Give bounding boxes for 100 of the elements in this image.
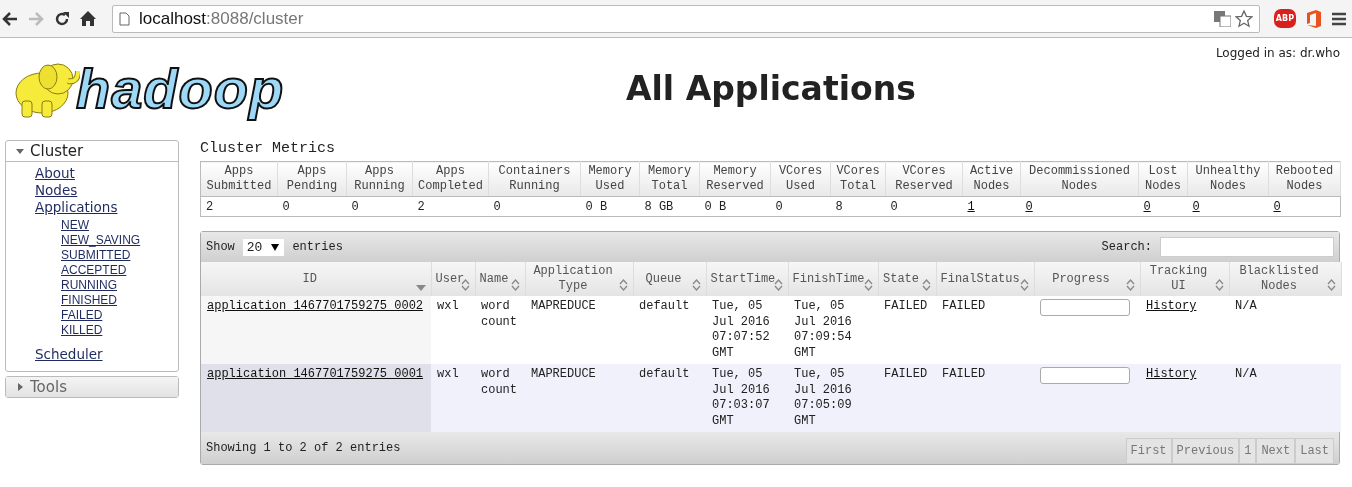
- entries-info: Showing 1 to 2 of 2 entries: [206, 441, 401, 455]
- table-cell: default: [633, 364, 706, 432]
- metric-link[interactable]: 0: [1192, 200, 1200, 214]
- dropdown-icon: [271, 243, 280, 251]
- section-title: Tools: [30, 378, 67, 396]
- page-size-select[interactable]: 20: [242, 238, 285, 256]
- back-icon[interactable]: [2, 11, 18, 26]
- column-header[interactable]: User: [431, 262, 475, 296]
- column-header[interactable]: FinalStatus: [936, 262, 1034, 296]
- page-title: All Applications: [626, 68, 916, 108]
- metric-value: 2: [206, 200, 214, 214]
- section-header[interactable]: Tools: [6, 377, 178, 397]
- sidebar-link[interactable]: Applications: [35, 199, 118, 216]
- column-header[interactable]: Blacklisted Nodes: [1229, 262, 1341, 296]
- application-link[interactable]: application_1467701759275_0001: [207, 367, 424, 381]
- state-filter-link[interactable]: KILLED: [61, 323, 103, 338]
- column-header: Apps Completed: [412, 161, 489, 197]
- home-icon[interactable]: [80, 11, 96, 26]
- table-cell: FAILED: [878, 296, 936, 364]
- table-cell: FAILED: [936, 296, 1034, 364]
- column-header: Active Nodes: [962, 161, 1021, 197]
- column-header[interactable]: Tracking UI: [1140, 262, 1229, 296]
- logo-text: hadoop: [76, 59, 285, 119]
- column-header[interactable]: ID: [201, 262, 431, 296]
- table-cell: Tue, 05 Jul 2016 07:03:07 GMT: [706, 364, 788, 432]
- table-cell: default: [633, 296, 706, 364]
- state-filter-link[interactable]: ACCEPTED: [61, 263, 127, 278]
- table-cell: FAILED: [936, 364, 1034, 432]
- column-header: Memory Total: [639, 161, 700, 197]
- section-title: Cluster: [30, 142, 84, 160]
- state-filter-link[interactable]: FINISHED: [61, 293, 117, 308]
- metric-value: 0: [890, 200, 898, 214]
- state-filter-link[interactable]: NEW_SAVING: [61, 233, 141, 248]
- metric-value: 0 B: [585, 200, 608, 214]
- metric-link[interactable]: 0: [1025, 200, 1033, 214]
- metric-link[interactable]: 1: [967, 200, 975, 214]
- show-label: Show: [206, 240, 235, 254]
- office-icon[interactable]: [1306, 9, 1322, 28]
- entries-label: entries: [292, 240, 343, 254]
- adblock-button[interactable]: ABP: [1273, 9, 1296, 28]
- column-header[interactable]: State: [878, 262, 936, 296]
- table-cell: N/A: [1229, 296, 1341, 364]
- column-header[interactable]: Name: [475, 262, 525, 296]
- metric-link[interactable]: 0: [1143, 200, 1151, 214]
- column-header: Rebooted Nodes: [1268, 161, 1341, 197]
- table-cell: Tue, 05 Jul 2016 07:07:52 GMT: [706, 296, 788, 364]
- column-header: Memory Used: [580, 161, 640, 197]
- metric-value: 0: [351, 200, 359, 214]
- state-filter-link[interactable]: NEW: [61, 218, 89, 233]
- logged-in-text: Logged in as: dr.who: [1215, 46, 1340, 60]
- state-filter-link[interactable]: SUBMITTED: [61, 248, 131, 263]
- column-header: Containers Running: [488, 161, 581, 197]
- history-link[interactable]: History: [1146, 367, 1197, 381]
- table-cell: wxl: [431, 296, 475, 364]
- page-icon: [119, 11, 130, 26]
- column-header: Apps Running: [346, 161, 413, 197]
- table-cell: wxl: [431, 364, 475, 432]
- application-link[interactable]: application_1467701759275_0002: [207, 299, 424, 313]
- caret-icon: [16, 383, 24, 391]
- table-cell: word count: [475, 296, 525, 364]
- column-header: Lost Nodes: [1138, 161, 1188, 197]
- column-header: Decommissioned Nodes: [1020, 161, 1139, 197]
- sidebar-link[interactable]: About: [35, 165, 75, 182]
- table-cell: MAPREDUCE: [525, 296, 633, 364]
- state-filter-link[interactable]: FAILED: [61, 308, 103, 323]
- table-cell: word count: [475, 364, 525, 432]
- search-field[interactable]: [1160, 237, 1334, 257]
- column-header[interactable]: Progress: [1034, 262, 1140, 296]
- table-cell: Tue, 05 Jul 2016 07:09:54 GMT: [788, 296, 878, 364]
- metric-value: 0: [493, 200, 501, 214]
- column-header: Unhealthy Nodes: [1187, 161, 1269, 197]
- metric-value: 2: [417, 200, 425, 214]
- column-header: Apps Pending: [277, 161, 347, 197]
- star-icon[interactable]: [1234, 9, 1253, 28]
- column-header[interactable]: StartTime: [706, 262, 788, 296]
- menu-icon[interactable]: [1332, 11, 1346, 26]
- sidebar-link[interactable]: Scheduler: [35, 346, 103, 363]
- metric-value: 0: [282, 200, 290, 214]
- metric-value: 0 B: [704, 200, 727, 214]
- column-header[interactable]: FinishTime: [788, 262, 878, 296]
- reload-icon[interactable]: [54, 10, 70, 27]
- address-bar[interactable]: localhost:8088/cluster: [112, 4, 1260, 33]
- column-header: Apps Submitted: [200, 161, 278, 197]
- table-cell: Tue, 05 Jul 2016 07:05:09 GMT: [788, 364, 878, 432]
- table-cell: N/A: [1229, 364, 1341, 432]
- section-header[interactable]: Cluster: [6, 141, 178, 162]
- state-filter-link[interactable]: RUNNING: [61, 278, 117, 293]
- column-header[interactable]: Queue: [633, 262, 706, 296]
- metric-value: 8: [835, 200, 843, 214]
- metric-link[interactable]: 0: [1273, 200, 1281, 214]
- column-header: VCores Used: [770, 161, 831, 197]
- history-link[interactable]: History: [1146, 299, 1197, 313]
- sidebar-link[interactable]: Nodes: [35, 182, 78, 199]
- table-cell: FAILED: [878, 364, 936, 432]
- column-header[interactable]: Application Type: [525, 262, 633, 296]
- search-label: Search:: [1101, 240, 1152, 254]
- metric-value: 0: [775, 200, 783, 214]
- caret-icon: [16, 147, 24, 155]
- metric-value: 8 GB: [644, 200, 674, 214]
- column-header: VCores Total: [830, 161, 886, 197]
